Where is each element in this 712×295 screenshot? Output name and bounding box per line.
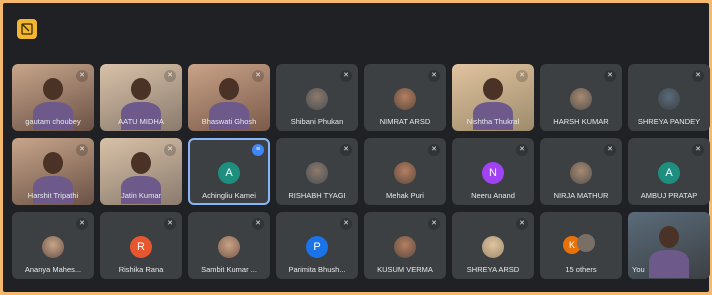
participant-tile[interactable]: ✕ Bhaswati Ghosh: [188, 64, 270, 131]
participant-tile[interactable]: R ✕ Rishika Rana: [100, 212, 182, 279]
avatar: [306, 162, 328, 184]
mic-off-icon: ✕: [516, 70, 528, 82]
avatar: [658, 88, 680, 110]
mic-off-icon: ✕: [76, 144, 88, 156]
mic-off-icon: ✕: [252, 218, 264, 230]
mic-off-icon: ✕: [604, 70, 616, 82]
sticky-note-icon[interactable]: [17, 19, 37, 39]
mic-off-icon: ✕: [428, 144, 440, 156]
avatar: P: [306, 236, 328, 258]
mic-off-icon: ✕: [516, 144, 528, 156]
participant-grid: ✕ gautam choubey ✕ AATU MIDHA ✕ Bhaswati Ghos…: [12, 60, 712, 290]
participant-name: NIRJA MATHUR: [553, 191, 609, 200]
avatar: [218, 236, 240, 258]
others-avatars: K: [563, 234, 599, 254]
participant-tile[interactable]: K 15 others: [540, 212, 622, 279]
participant-name: Parimita Bhush...: [288, 265, 346, 274]
participant-tile[interactable]: A ✕ AMBUJ PRATAP: [628, 138, 710, 205]
participant-name: AATU MIDHA: [118, 117, 164, 126]
participant-name: You: [632, 265, 645, 274]
participant-name: 15 others: [565, 265, 597, 274]
avatar: [577, 234, 595, 252]
participant-tile[interactable]: ✕ NIMRAT ARSD: [364, 64, 446, 131]
participant-name: HARSH KUMAR: [553, 117, 609, 126]
avatar: [394, 236, 416, 258]
avatar: [394, 88, 416, 110]
participant-name: Shibani Phukan: [290, 117, 344, 126]
participant-tile[interactable]: ✕ RISHABH TYAGI: [276, 138, 358, 205]
participant-name: AMBUJ PRATAP: [640, 191, 698, 200]
participant-tile[interactable]: ✕ Jatin Kumar: [100, 138, 182, 205]
avatar: A: [218, 162, 240, 184]
participant-name: Achingliu Kamei: [202, 191, 256, 200]
participant-name: KUSUM VERMA: [377, 265, 433, 274]
participant-name: Jatin Kumar: [120, 191, 162, 200]
participant-tile[interactable]: A ≡ Achingliu Kamei: [188, 138, 270, 205]
participant-name: Bhaswati Ghosh: [201, 117, 257, 126]
avatar: [482, 236, 504, 258]
mic-off-icon: ✕: [340, 144, 352, 156]
participant-tile[interactable]: ✕ Harshit Tripathi: [12, 138, 94, 205]
participant-tile[interactable]: ✕ Ananya Mahes...: [12, 212, 94, 279]
participant-name: RISHABH TYAGI: [288, 191, 346, 200]
mic-off-icon: ✕: [164, 144, 176, 156]
participant-tile[interactable]: ✕ Shibani Phukan: [276, 64, 358, 131]
participant-tile[interactable]: P ✕ Parimita Bhush...: [276, 212, 358, 279]
participant-tile[interactable]: ✕ Nishtha Thukral: [452, 64, 534, 131]
avatar: N: [482, 162, 504, 184]
mic-off-icon: ✕: [76, 218, 88, 230]
mic-off-icon: ✕: [340, 218, 352, 230]
avatar: [570, 88, 592, 110]
participant-tile[interactable]: You: [628, 212, 710, 279]
participant-tile[interactable]: ✕ SHREYA ARSD: [452, 212, 534, 279]
mic-off-icon: ✕: [252, 70, 264, 82]
mic-off-icon: ✕: [76, 70, 88, 82]
participant-tile[interactable]: ✕ NIRJA MATHUR: [540, 138, 622, 205]
mic-off-icon: ✕: [340, 70, 352, 82]
avatar: [306, 88, 328, 110]
participant-name: gautam choubey: [25, 117, 81, 126]
mic-off-icon: ✕: [692, 144, 704, 156]
mic-off-icon: ✕: [692, 70, 704, 82]
mic-off-icon: ✕: [164, 70, 176, 82]
mic-off-icon: ✕: [516, 218, 528, 230]
participant-tile[interactable]: ✕ HARSH KUMAR: [540, 64, 622, 131]
audio-wave-icon: ≡: [252, 144, 264, 156]
participant-name: Mehak Puri: [386, 191, 424, 200]
participant-tile[interactable]: N ✕ Neeru Anand: [452, 138, 534, 205]
participant-name: Ananya Mahes...: [24, 265, 82, 274]
mic-off-icon: ✕: [604, 144, 616, 156]
avatar: R: [130, 236, 152, 258]
participant-name: SHREYA PANDEY: [637, 117, 701, 126]
mic-off-icon: ✕: [164, 218, 176, 230]
participant-name: NIMRAT ARSD: [379, 117, 431, 126]
avatar: [42, 236, 64, 258]
participant-tile[interactable]: ✕ KUSUM VERMA: [364, 212, 446, 279]
avatar: [394, 162, 416, 184]
participant-name: Sambit Kumar ...: [201, 265, 257, 274]
participant-name: Neeru Anand: [471, 191, 515, 200]
participant-tile[interactable]: ✕ gautam choubey: [12, 64, 94, 131]
participant-tile[interactable]: ✕ Sambit Kumar ...: [188, 212, 270, 279]
participant-tile[interactable]: ✕ AATU MIDHA: [100, 64, 182, 131]
participant-tile[interactable]: ✕ Mehak Puri: [364, 138, 446, 205]
participant-name: Rishika Rana: [118, 265, 164, 274]
participant-name: Harshit Tripathi: [27, 191, 79, 200]
participant-name: Nishtha Thukral: [466, 117, 520, 126]
avatar: [570, 162, 592, 184]
participant-tile[interactable]: ✕ SHREYA PANDEY: [628, 64, 710, 131]
mic-off-icon: ✕: [428, 218, 440, 230]
participant-name: SHREYA ARSD: [466, 265, 520, 274]
avatar: A: [658, 162, 680, 184]
mic-off-icon: ✕: [428, 70, 440, 82]
